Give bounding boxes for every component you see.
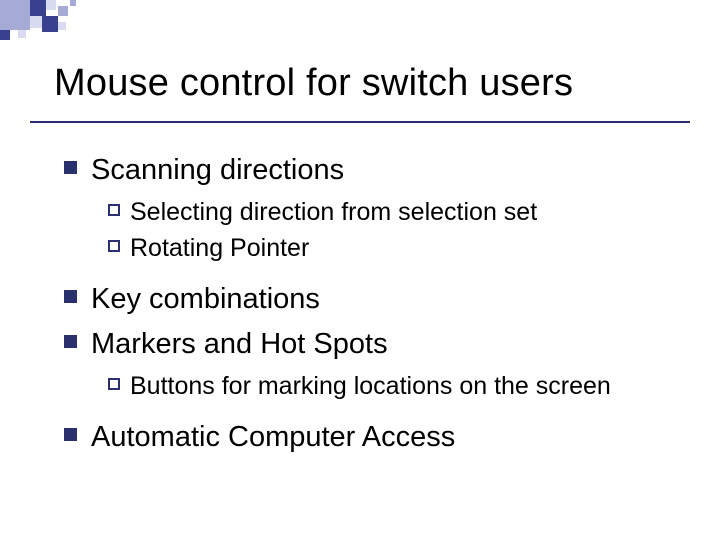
square-bullet-icon (64, 335, 77, 348)
square-bullet-icon (64, 428, 77, 441)
list-subitem: Buttons for marking locations on the scr… (108, 370, 680, 404)
decor-square (0, 0, 30, 30)
decor-square (58, 6, 68, 16)
slide-body: Scanning directions Selecting direction … (0, 123, 720, 457)
decor-square (70, 0, 76, 6)
decor-square (42, 16, 58, 32)
hollow-square-bullet-icon (108, 378, 120, 390)
list-item-label: Key combinations (91, 280, 320, 319)
list-item: Markers and Hot Spots (64, 325, 680, 364)
list-subitem-label: Rotating Pointer (130, 232, 309, 266)
decor-square (46, 0, 56, 10)
corner-decoration (0, 0, 110, 45)
list-subitem: Selecting direction from selection set (108, 196, 680, 230)
decor-square (58, 22, 66, 30)
list-item-label: Scanning directions (91, 151, 344, 190)
hollow-square-bullet-icon (108, 204, 120, 216)
list-subitem-label: Buttons for marking locations on the scr… (130, 370, 611, 404)
square-bullet-icon (64, 161, 77, 174)
decor-square (30, 16, 42, 28)
list-item: Automatic Computer Access (64, 418, 680, 457)
decor-square (30, 0, 46, 16)
hollow-square-bullet-icon (108, 240, 120, 252)
list-item: Key combinations (64, 280, 680, 319)
list-item-label: Markers and Hot Spots (91, 325, 388, 364)
square-bullet-icon (64, 290, 77, 303)
list-item: Scanning directions (64, 151, 680, 190)
sublist: Buttons for marking locations on the scr… (108, 370, 680, 404)
list-subitem-label: Selecting direction from selection set (130, 196, 537, 230)
sublist: Selecting direction from selection set R… (108, 196, 680, 266)
list-subitem: Rotating Pointer (108, 232, 680, 266)
decor-square (0, 30, 10, 40)
list-item-label: Automatic Computer Access (91, 418, 455, 457)
decor-square (18, 30, 26, 38)
